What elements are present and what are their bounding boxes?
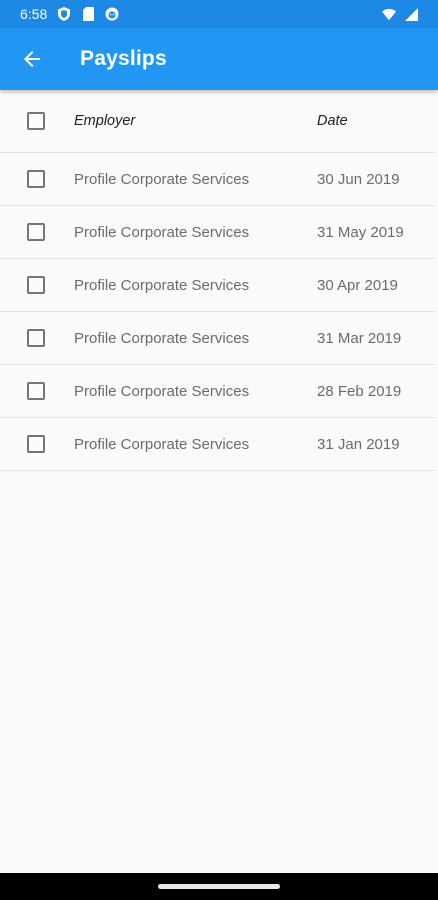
home-gesture-handle[interactable] [158, 884, 280, 889]
sim-card-icon [81, 7, 95, 21]
status-time: 6:58 [20, 6, 48, 22]
row-checkbox[interactable] [27, 382, 45, 400]
signal-icon [404, 7, 418, 21]
arrow-left-icon [24, 51, 40, 67]
employer-cell: Profile Corporate Services [74, 276, 250, 294]
employer-cell: Profile Corporate Services [74, 382, 250, 400]
date-cell: 30 Apr 2019 [317, 276, 398, 294]
table-header-row: Employer Date [0, 90, 434, 153]
shield-icon [57, 7, 71, 21]
employer-cell: Profile Corporate Services [74, 170, 250, 188]
face-icon [105, 7, 119, 21]
row-checkbox[interactable] [27, 329, 45, 347]
row-checkbox[interactable] [27, 170, 45, 188]
employer-cell: Profile Corporate Services [74, 329, 250, 347]
row-checkbox[interactable] [27, 276, 45, 294]
navigation-bar [0, 873, 438, 900]
date-cell: 31 Jan 2019 [317, 435, 400, 453]
column-header-date[interactable]: Date [317, 113, 348, 129]
date-cell: 28 Feb 2019 [317, 382, 402, 400]
status-right [382, 7, 418, 21]
table-row[interactable]: Profile Corporate Services 30 Jun 2019 [0, 153, 434, 206]
table-row[interactable]: Profile Corporate Services 30 Apr 2019 [0, 259, 434, 312]
date-cell: 30 Jun 2019 [317, 170, 400, 188]
app-bar: Payslips [0, 28, 438, 90]
table-row[interactable]: Profile Corporate Services 31 Mar 2019 [0, 312, 434, 365]
employer-cell: Profile Corporate Services [74, 435, 250, 453]
date-cell: 31 May 2019 [317, 223, 404, 241]
employer-cell: Profile Corporate Services [74, 223, 250, 241]
wifi-icon [382, 7, 396, 21]
row-checkbox[interactable] [27, 223, 45, 241]
page-title: Payslips [80, 47, 167, 70]
back-button[interactable] [12, 39, 52, 79]
table-row[interactable]: Profile Corporate Services 31 Jan 2019 [0, 418, 434, 471]
row-checkbox[interactable] [27, 435, 45, 453]
column-header-employer[interactable]: Employer [74, 113, 135, 129]
date-cell: 31 Mar 2019 [317, 329, 402, 347]
table-row[interactable]: Profile Corporate Services 28 Feb 2019 [0, 365, 434, 418]
payslips-table: Employer Date Profile Corporate Services… [0, 90, 434, 471]
table-row[interactable]: Profile Corporate Services 31 May 2019 [0, 206, 434, 259]
status-left: 6:58 [20, 6, 119, 22]
status-bar: 6:58 [0, 0, 438, 28]
select-all-checkbox[interactable] [27, 112, 45, 130]
